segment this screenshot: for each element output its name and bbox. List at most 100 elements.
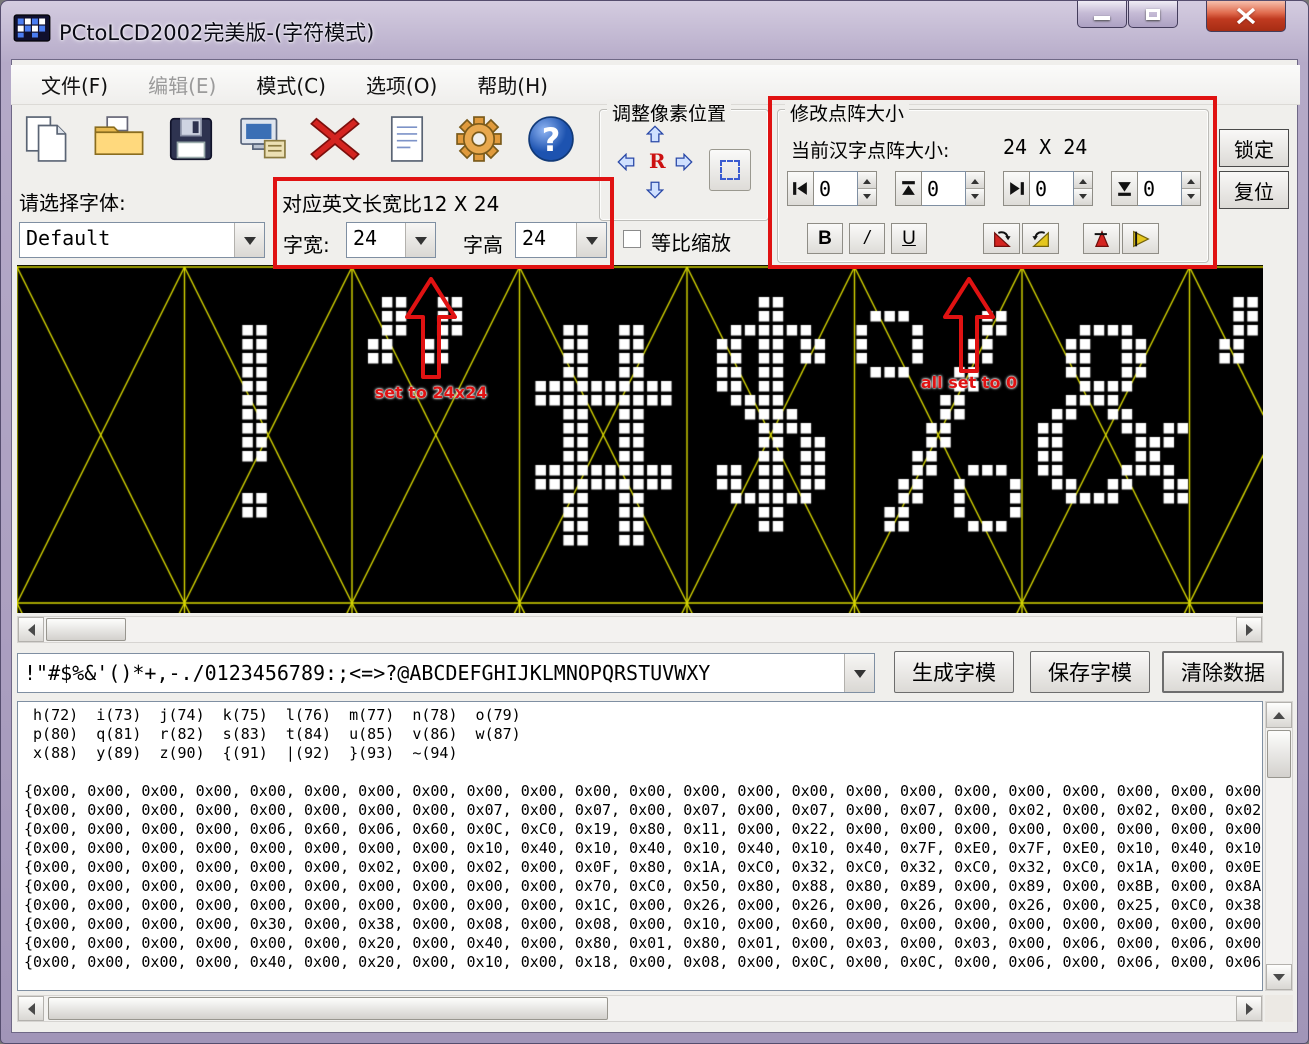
scroll-left-button[interactable] xyxy=(18,617,44,642)
settings-button[interactable] xyxy=(449,109,509,169)
bar-bottom-triangle-icon xyxy=(1115,179,1134,198)
move-down-icon[interactable] xyxy=(646,181,664,199)
pixel-position-title: 调整像素位置 xyxy=(607,99,731,126)
preview-hscrollbar[interactable] xyxy=(17,616,1263,643)
extend-left-button[interactable] xyxy=(787,171,814,206)
rotate-left-icon xyxy=(991,228,1013,250)
minimize-icon xyxy=(1094,16,1110,20)
clear-data-button[interactable]: 清除数据 xyxy=(1162,651,1284,693)
reset-button[interactable]: 复位 xyxy=(1219,171,1289,209)
bar-right-triangle-icon xyxy=(1007,179,1026,198)
bold-button[interactable]: B xyxy=(807,223,843,254)
ratio-label: 对应英文长宽比12 X 24 xyxy=(282,188,499,217)
output-text[interactable]: h(72) i(73) j(74) k(75) l(76) m(77) n(78… xyxy=(18,702,1262,976)
menu-help[interactable]: 帮助(H) xyxy=(461,66,564,103)
menu-edit[interactable]: 编辑(E) xyxy=(132,66,232,103)
menu-options[interactable]: 选项(O) xyxy=(350,66,453,103)
offset-top-spinner[interactable] xyxy=(966,171,985,206)
offset-bottom-input[interactable] xyxy=(1138,171,1182,206)
offset-right-spinner[interactable] xyxy=(1074,171,1093,206)
center-tool-button[interactable] xyxy=(709,149,751,191)
charset-dropdown-button[interactable] xyxy=(844,654,874,692)
extend-bottom-button[interactable] xyxy=(1111,171,1138,206)
current-matrix-label: 当前汉字点阵大小: xyxy=(791,136,949,163)
output-vscrollbar[interactable] xyxy=(1265,701,1293,991)
menu-file[interactable]: 文件(F) xyxy=(25,66,124,103)
lock-button[interactable]: 锁定 xyxy=(1219,129,1289,167)
offset-right-unit xyxy=(1003,171,1093,206)
maximize-button[interactable] xyxy=(1128,1,1178,28)
help-button[interactable]: ? xyxy=(521,109,581,169)
menu-mode[interactable]: 模式(C) xyxy=(240,66,342,103)
rotate-right-button[interactable] xyxy=(1022,223,1059,254)
help-icon: ? xyxy=(524,112,578,166)
triangle-left-icon xyxy=(22,624,35,636)
extend-top-button[interactable] xyxy=(895,171,922,206)
offset-left-unit xyxy=(787,171,877,206)
matrix-size-title: 修改点阵大小 xyxy=(785,99,909,126)
offset-bottom-spinner[interactable] xyxy=(1182,171,1201,206)
save-module-button[interactable]: 保存字模 xyxy=(1030,651,1150,693)
scroll-thumb[interactable] xyxy=(46,618,126,641)
triangle-right-icon xyxy=(1246,624,1259,636)
output-panel[interactable]: h(72) i(73) j(74) k(75) l(76) m(77) n(78… xyxy=(17,701,1263,991)
minimize-button[interactable] xyxy=(1077,1,1127,28)
delete-button[interactable] xyxy=(305,109,365,169)
rotate-left-button[interactable] xyxy=(983,223,1020,254)
scale-checkbox[interactable] xyxy=(623,230,641,248)
open-file-button[interactable] xyxy=(89,109,149,169)
scroll-thumb[interactable] xyxy=(48,997,608,1020)
underline-button[interactable]: U xyxy=(891,223,927,254)
svg-text:?: ? xyxy=(542,121,561,159)
scroll-right-button[interactable] xyxy=(1236,617,1262,642)
rotate-right-icon xyxy=(1030,228,1052,250)
close-icon xyxy=(1234,8,1258,24)
export-button[interactable] xyxy=(233,109,293,169)
offset-top-input[interactable] xyxy=(922,171,966,206)
font-select-arrow[interactable] xyxy=(234,223,264,257)
offset-left-input[interactable] xyxy=(814,171,858,206)
chevron-down-icon xyxy=(586,237,598,251)
flip-vertical-icon xyxy=(1130,228,1152,250)
italic-button[interactable]: / xyxy=(849,223,885,254)
gear-icon xyxy=(452,112,506,166)
font-select[interactable]: Default xyxy=(19,222,265,258)
offset-right-input[interactable] xyxy=(1030,171,1074,206)
offset-bottom-unit xyxy=(1111,171,1201,206)
scroll-down-button[interactable] xyxy=(1266,964,1292,990)
char-height-arrow[interactable] xyxy=(576,223,606,257)
move-left-icon[interactable] xyxy=(617,153,635,171)
scale-checkbox-label: 等比缩放 xyxy=(651,227,731,256)
char-width-label: 字宽: xyxy=(283,229,330,258)
scroll-left-button[interactable] xyxy=(18,996,44,1021)
char-height-select[interactable]: 24 xyxy=(515,222,607,258)
title-bar[interactable]: PCtoLCD2002完美版-(字符模式) xyxy=(1,1,1308,59)
new-file-button[interactable] xyxy=(17,109,77,169)
char-height-label: 字高 xyxy=(463,229,503,258)
notes-button[interactable] xyxy=(377,109,437,169)
move-right-icon[interactable] xyxy=(675,153,693,171)
save-button[interactable] xyxy=(161,109,221,169)
open-folder-icon xyxy=(92,112,146,166)
preview-canvas[interactable] xyxy=(17,265,1263,613)
generate-button[interactable]: 生成字模 xyxy=(894,651,1014,693)
flip-horizontal-icon xyxy=(1091,228,1113,250)
close-button[interactable] xyxy=(1206,1,1286,32)
charset-input[interactable] xyxy=(18,654,844,692)
offset-left-spinner[interactable] xyxy=(858,171,877,206)
scroll-thumb[interactable] xyxy=(1267,730,1291,778)
r-reset-label[interactable]: R xyxy=(649,149,666,173)
scroll-up-button[interactable] xyxy=(1266,702,1292,728)
extend-right-button[interactable] xyxy=(1003,171,1030,206)
char-width-value: 24 xyxy=(347,223,405,257)
char-width-select[interactable]: 24 xyxy=(346,222,436,258)
output-hscrollbar[interactable] xyxy=(17,995,1263,1022)
app-window: PCtoLCD2002完美版-(字符模式) 文件(F) 编辑(E) 模式(C) … xyxy=(0,0,1309,1044)
dashed-square-icon xyxy=(720,160,740,180)
flip-horizontal-button[interactable] xyxy=(1083,223,1120,254)
notes-icon xyxy=(380,112,434,166)
move-up-icon[interactable] xyxy=(646,125,664,143)
flip-vertical-button[interactable] xyxy=(1122,223,1159,254)
char-width-arrow[interactable] xyxy=(405,223,435,257)
scroll-right-button[interactable] xyxy=(1236,996,1262,1021)
